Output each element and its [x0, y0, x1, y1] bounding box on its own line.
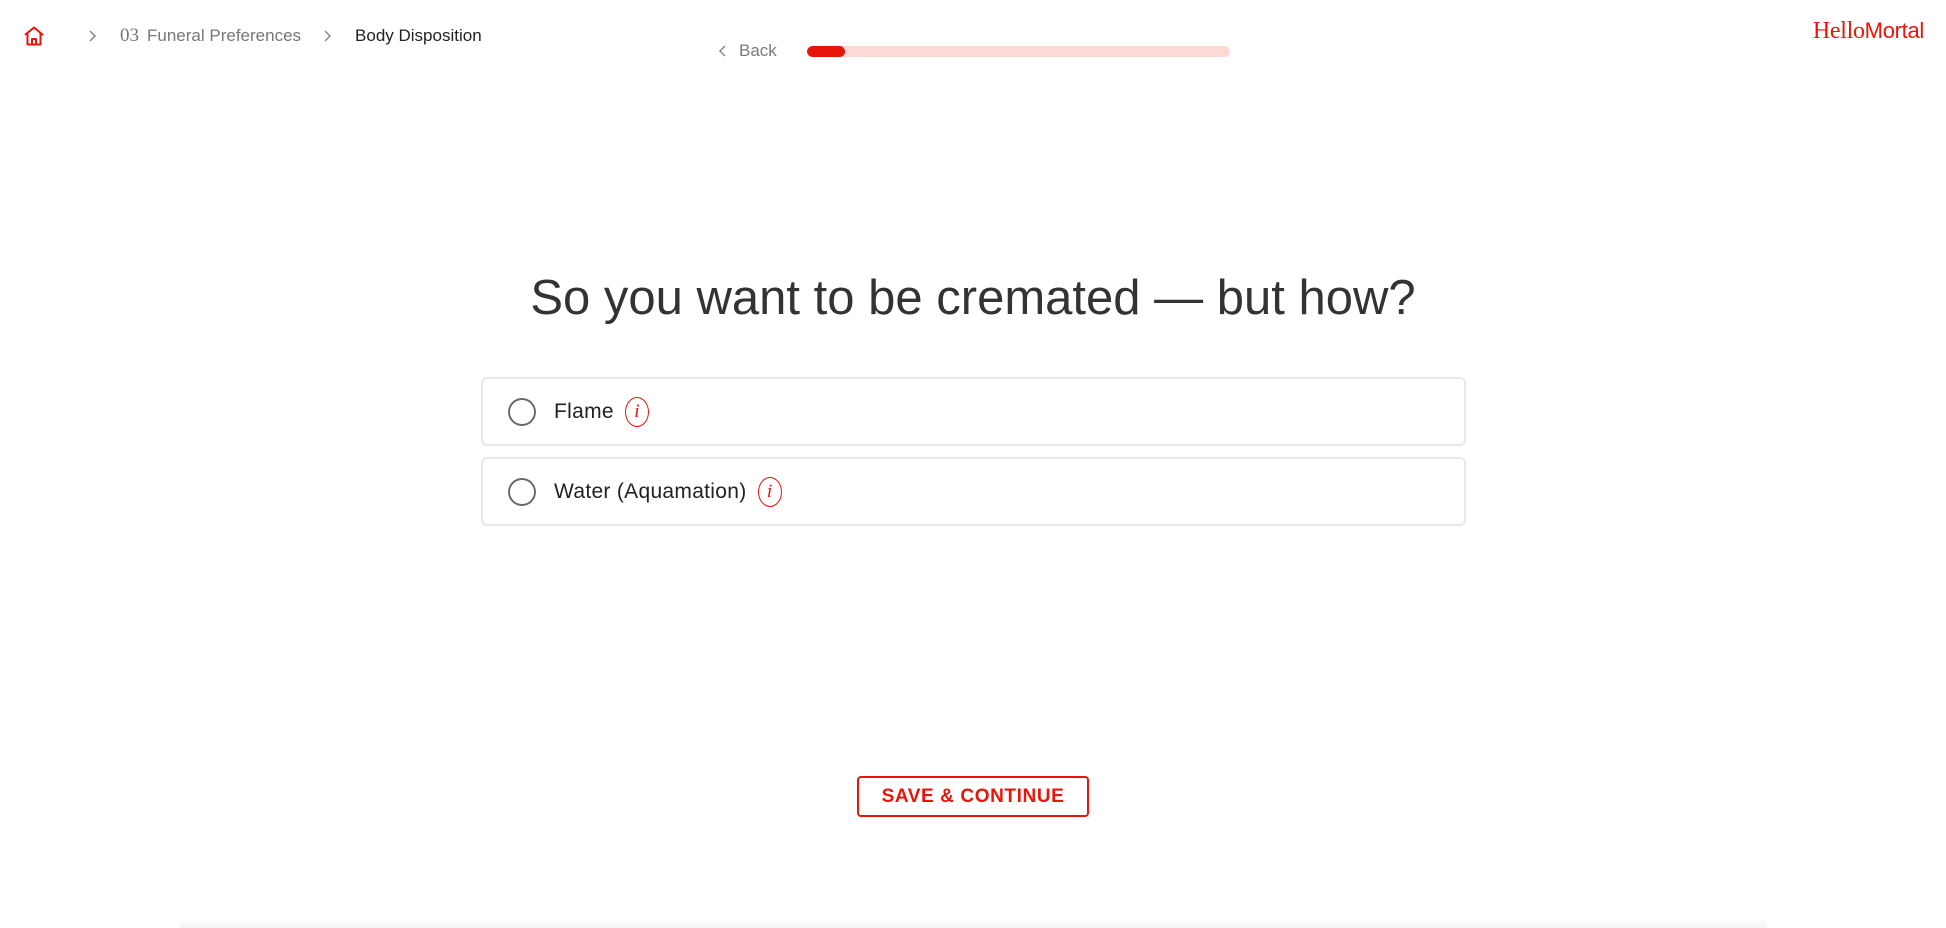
option-list: Flame i Water (Aquamation) i — [481, 377, 1466, 537]
breadcrumb-section-link[interactable]: Funeral Preferences — [147, 26, 301, 46]
chevron-left-icon — [716, 44, 730, 58]
info-icon[interactable]: i — [624, 396, 649, 427]
progress-bar-fill — [807, 46, 846, 57]
progress-bar — [807, 46, 1230, 57]
breadcrumb-current: Body Disposition — [355, 26, 482, 45]
back-label: Back — [739, 41, 777, 60]
option-label: Water (Aquamation) — [554, 479, 747, 503]
option-label: Flame — [554, 399, 614, 423]
logo-text-hello: Hello — [1812, 18, 1865, 44]
info-icon[interactable]: i — [757, 476, 782, 507]
radio-button[interactable] — [508, 397, 536, 426]
radio-button[interactable] — [508, 477, 536, 506]
breadcrumb-section-number[interactable]: 03 — [120, 25, 139, 47]
home-icon[interactable] — [22, 24, 46, 48]
back-button[interactable]: Back — [716, 38, 777, 64]
save-and-continue-button[interactable]: SAVE & CONTINUE — [857, 776, 1089, 817]
breadcrumb: 03 Funeral Preferences Body Disposition — [22, 22, 482, 50]
logo[interactable]: HelloMortal — [1813, 18, 1924, 45]
chevron-right-icon — [319, 28, 335, 44]
option-flame[interactable]: Flame i — [481, 377, 1466, 446]
footer-divider — [180, 918, 1766, 928]
page: 03 Funeral Preferences Body Disposition … — [0, 0, 1946, 928]
chevron-right-icon — [84, 28, 100, 44]
logo-text-mortal: Mortal — [1864, 18, 1925, 43]
option-water-aquamation[interactable]: Water (Aquamation) i — [481, 457, 1466, 526]
page-title: So you want to be cremated — but how? — [530, 271, 1416, 325]
